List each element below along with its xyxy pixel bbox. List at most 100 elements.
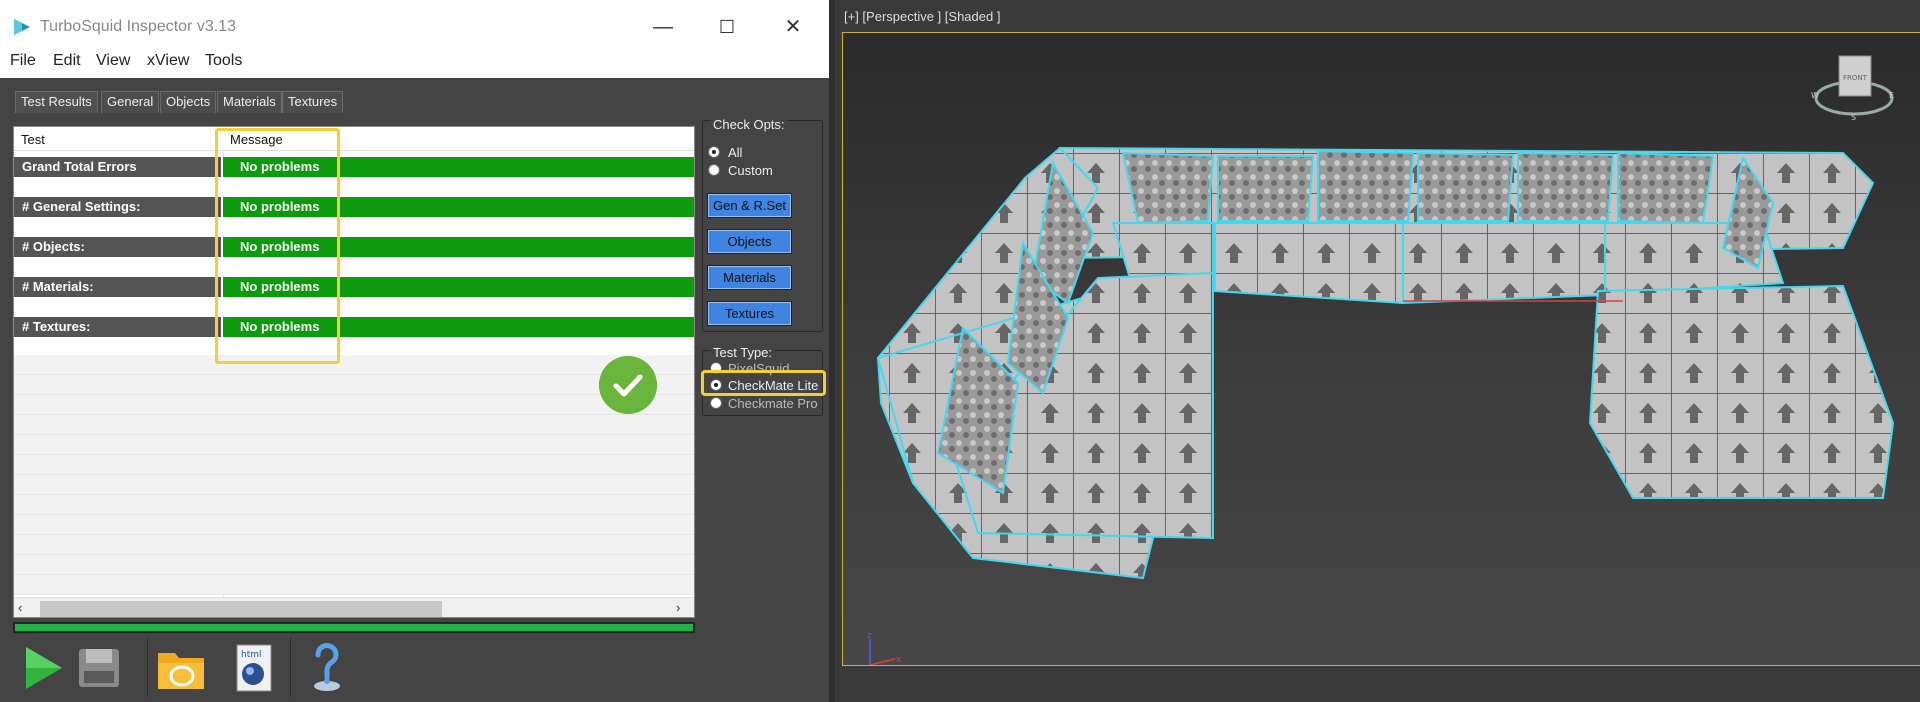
toolbar-separator (290, 637, 291, 697)
empty-grid-row (14, 515, 694, 535)
bottom-toolbar: html (0, 633, 829, 702)
progress-bar (13, 622, 695, 633)
horizontal-scrollbar[interactable]: ‹ › (14, 597, 694, 617)
test-name: Grand Total Errors (14, 157, 221, 177)
textures-button[interactable]: Textures (707, 301, 792, 326)
blank-row (14, 177, 694, 195)
radio-pixelsquid[interactable] (710, 362, 722, 374)
app-logo-icon (14, 19, 30, 35)
gen-rset-button[interactable]: Gen & R.Set (707, 193, 792, 218)
results-header: Test Message (14, 127, 694, 151)
table-row[interactable]: # Textures: No problems (14, 317, 694, 337)
axis-x-label: x (896, 655, 902, 665)
title-bar: TurboSquid Inspector v3.13 — ☐ ✕ (0, 0, 829, 52)
scroll-thumb[interactable] (40, 601, 442, 617)
test-message: No problems (223, 317, 694, 337)
table-row[interactable]: # Materials: No problems (14, 277, 694, 297)
sectional-sofa-model[interactable] (843, 33, 1920, 666)
maximize-button[interactable]: ☐ (707, 12, 747, 42)
tab-materials[interactable]: Materials (217, 91, 282, 113)
test-name: # General Settings: (14, 197, 221, 217)
close-button[interactable]: ✕ (773, 12, 813, 42)
axis-gizmo-icon: z x (867, 631, 902, 665)
empty-grid-row (14, 575, 694, 595)
empty-grid-row (14, 395, 694, 415)
scroll-right-icon[interactable]: › (676, 600, 690, 616)
tab-objects[interactable]: Objects (160, 91, 217, 113)
table-row[interactable]: Grand Total Errors No problems (14, 157, 694, 177)
tab-test-results[interactable]: Test Results (15, 91, 98, 113)
test-name: # Materials: (14, 277, 221, 297)
radio-all[interactable] (708, 146, 720, 158)
progress-fill (15, 624, 693, 631)
radio-checkmate-lite-label[interactable]: CheckMate Lite (728, 378, 818, 393)
menu-tools[interactable]: Tools (205, 52, 242, 70)
empty-grid-row (14, 475, 694, 495)
test-message: No problems (223, 237, 694, 257)
test-message: No problems (223, 277, 694, 297)
blank-row (14, 217, 694, 235)
svg-text:html: html (241, 650, 262, 660)
check-options-group: Check Opts: All Custom Gen & R.Set Objec… (702, 117, 823, 332)
play-icon[interactable] (16, 641, 68, 695)
empty-grid-row (14, 495, 694, 515)
perspective-viewport[interactable]: FRONT W E S z x (842, 32, 1920, 666)
radio-checkmate-pro[interactable] (710, 397, 722, 409)
test-type-title: Test Type: (711, 345, 775, 360)
test-name: # Textures: (14, 317, 221, 337)
blank-row (14, 257, 694, 275)
check-options-title: Check Opts: (711, 117, 787, 132)
window-title: TurboSquid Inspector v3.13 (40, 18, 236, 35)
radio-custom-label[interactable]: Custom (728, 163, 773, 178)
table-row[interactable]: # Objects: No problems (14, 237, 694, 257)
blank-row (14, 337, 694, 355)
column-header-message[interactable]: Message (230, 132, 283, 147)
empty-grid-row (14, 375, 694, 395)
test-name: # Objects: (14, 237, 221, 257)
viewport-label[interactable]: [+] [Perspective ] [Shaded ] (844, 9, 1000, 24)
materials-button[interactable]: Materials (707, 265, 792, 290)
radio-checkmate-pro-label[interactable]: Checkmate Pro (728, 396, 818, 411)
radio-custom[interactable] (708, 164, 720, 176)
test-type-group: Test Type: PixelSquid CheckMate Lite Che… (702, 345, 823, 416)
inspector-window: TurboSquid Inspector v3.13 — ☐ ✕ File Ed… (0, 0, 829, 702)
menu-bar: File Edit View xView Tools (0, 48, 829, 78)
viewcube-west-label: W (1811, 91, 1819, 100)
radio-checkmate-lite[interactable] (710, 379, 722, 391)
radio-all-label[interactable]: All (728, 145, 742, 160)
menu-xview[interactable]: xView (147, 52, 189, 70)
radio-pixelsquid-label[interactable]: PixelSquid (728, 361, 789, 376)
empty-grid-row (14, 555, 694, 575)
html-report-icon[interactable]: html (228, 641, 280, 695)
column-header-test[interactable]: Test (21, 132, 45, 147)
empty-grid-row (14, 355, 694, 375)
help-icon[interactable] (300, 641, 352, 695)
results-table: Test Message Grand Total Errors No probl… (13, 126, 695, 618)
toolbar-separator (147, 637, 148, 697)
empty-grid-row (14, 535, 694, 555)
folder-icon[interactable] (155, 641, 207, 695)
save-icon[interactable] (73, 641, 125, 695)
objects-button[interactable]: Objects (707, 229, 792, 254)
test-message: No problems (223, 197, 694, 217)
test-message: No problems (223, 157, 694, 177)
menu-view[interactable]: View (96, 52, 130, 70)
empty-grid-row (14, 455, 694, 475)
blank-row (14, 297, 694, 315)
viewcube-icon[interactable]: FRONT W E S (1809, 46, 1899, 122)
tab-textures[interactable]: Textures (282, 91, 344, 113)
axis-z-label: z (867, 631, 872, 641)
empty-grid-row (14, 435, 694, 455)
minimize-button[interactable]: — (643, 12, 683, 42)
menu-file[interactable]: File (10, 52, 36, 70)
viewport-panel: [+] [Perspective ] [Shaded ] FRONT W E S… (829, 0, 1920, 702)
table-row[interactable]: # General Settings: No problems (14, 197, 694, 217)
checkmark-icon (599, 356, 657, 414)
viewcube-east-label: E (1889, 91, 1894, 100)
viewcube-front-label: FRONT (1843, 74, 1868, 82)
tab-general[interactable]: General (101, 91, 160, 113)
scroll-left-icon[interactable]: ‹ (18, 600, 32, 616)
menu-edit[interactable]: Edit (53, 52, 81, 70)
empty-grid-row (14, 415, 694, 435)
viewcube-south-label: S (1851, 113, 1856, 122)
